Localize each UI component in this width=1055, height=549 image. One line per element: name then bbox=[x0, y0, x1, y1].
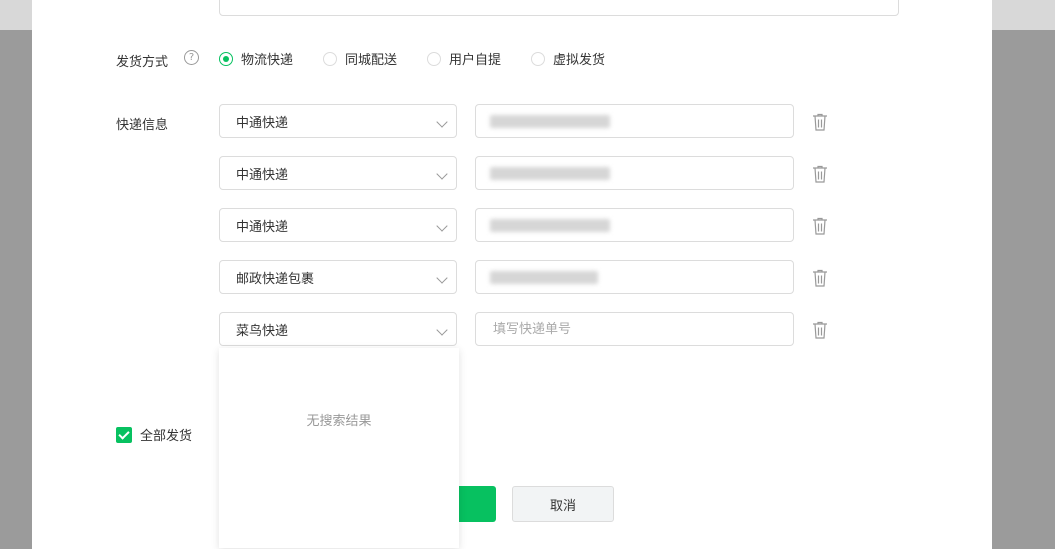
radio-option-logistics[interactable]: 物流快递 bbox=[219, 49, 293, 68]
carrier-select-value: 中通快递 bbox=[236, 219, 289, 235]
trash-icon[interactable] bbox=[810, 216, 830, 236]
redacted-tracking-number bbox=[490, 167, 610, 180]
redacted-tracking-number bbox=[490, 271, 598, 284]
tracking-number-input[interactable] bbox=[475, 156, 794, 190]
trash-icon[interactable] bbox=[810, 164, 830, 184]
trash-icon[interactable] bbox=[810, 268, 830, 288]
ship-all-checkbox[interactable]: 全部发货 bbox=[116, 425, 192, 444]
tracking-number-input[interactable] bbox=[475, 312, 794, 346]
radio-checked-icon bbox=[219, 51, 233, 66]
tracking-number-input[interactable] bbox=[475, 208, 794, 242]
shipping-method-label: 发货方式 bbox=[116, 55, 169, 70]
radio-label: 物流快递 bbox=[241, 53, 294, 68]
radio-unchecked-icon bbox=[531, 51, 545, 66]
trash-icon[interactable] bbox=[810, 320, 830, 340]
radio-unchecked-icon bbox=[323, 51, 337, 66]
dropdown-empty-text: 无搜索结果 bbox=[306, 414, 372, 429]
carrier-select[interactable]: 中通快递 bbox=[219, 208, 457, 242]
cancel-button[interactable]: 取消 bbox=[512, 486, 614, 522]
carrier-select[interactable]: 中通快递 bbox=[219, 156, 457, 190]
express-info-label: 快递信息 bbox=[116, 118, 169, 133]
chevron-down-icon bbox=[436, 272, 448, 284]
chevron-down-icon bbox=[436, 168, 448, 180]
radio-unchecked-icon bbox=[427, 51, 441, 66]
ship-order-dialog: 发货方式 ? 物流快递 同城配送 用户自提 虚拟发货 快递信息 中通快递 中通快… bbox=[32, 0, 992, 549]
ship-all-label: 全部发货 bbox=[140, 429, 193, 444]
radio-option-city-delivery[interactable]: 同城配送 bbox=[323, 49, 397, 68]
confirm-button[interactable] bbox=[459, 486, 496, 522]
chevron-down-icon bbox=[436, 324, 448, 336]
tracking-number-field[interactable] bbox=[491, 313, 785, 345]
redacted-tracking-number bbox=[490, 219, 610, 232]
tracking-number-input[interactable] bbox=[475, 104, 794, 138]
carrier-select-value: 中通快递 bbox=[236, 167, 289, 183]
help-icon[interactable]: ? bbox=[184, 50, 199, 65]
carrier-select[interactable]: 邮政快递包裹 bbox=[219, 260, 457, 294]
top-input-field[interactable] bbox=[219, 0, 899, 16]
redacted-tracking-number bbox=[490, 115, 610, 128]
carrier-select-value: 菜鸟快递 bbox=[236, 323, 289, 339]
trash-icon[interactable] bbox=[810, 112, 830, 132]
carrier-dropdown-menu[interactable]: 无搜索结果 bbox=[219, 348, 459, 548]
radio-label: 用户自提 bbox=[449, 53, 502, 68]
carrier-select[interactable]: 菜鸟快递 bbox=[219, 312, 457, 346]
checkbox-checked-icon bbox=[116, 426, 132, 443]
carrier-select-value: 中通快递 bbox=[236, 115, 289, 131]
radio-label: 同城配送 bbox=[345, 53, 398, 68]
carrier-select-value: 邮政快递包裹 bbox=[236, 271, 315, 287]
tracking-number-input[interactable] bbox=[475, 260, 794, 294]
chevron-down-icon bbox=[436, 220, 448, 232]
chevron-down-icon bbox=[436, 116, 448, 128]
radio-option-virtual[interactable]: 虚拟发货 bbox=[531, 49, 605, 68]
radio-option-self-pickup[interactable]: 用户自提 bbox=[427, 49, 501, 68]
carrier-select[interactable]: 中通快递 bbox=[219, 104, 457, 138]
radio-label: 虚拟发货 bbox=[553, 53, 606, 68]
